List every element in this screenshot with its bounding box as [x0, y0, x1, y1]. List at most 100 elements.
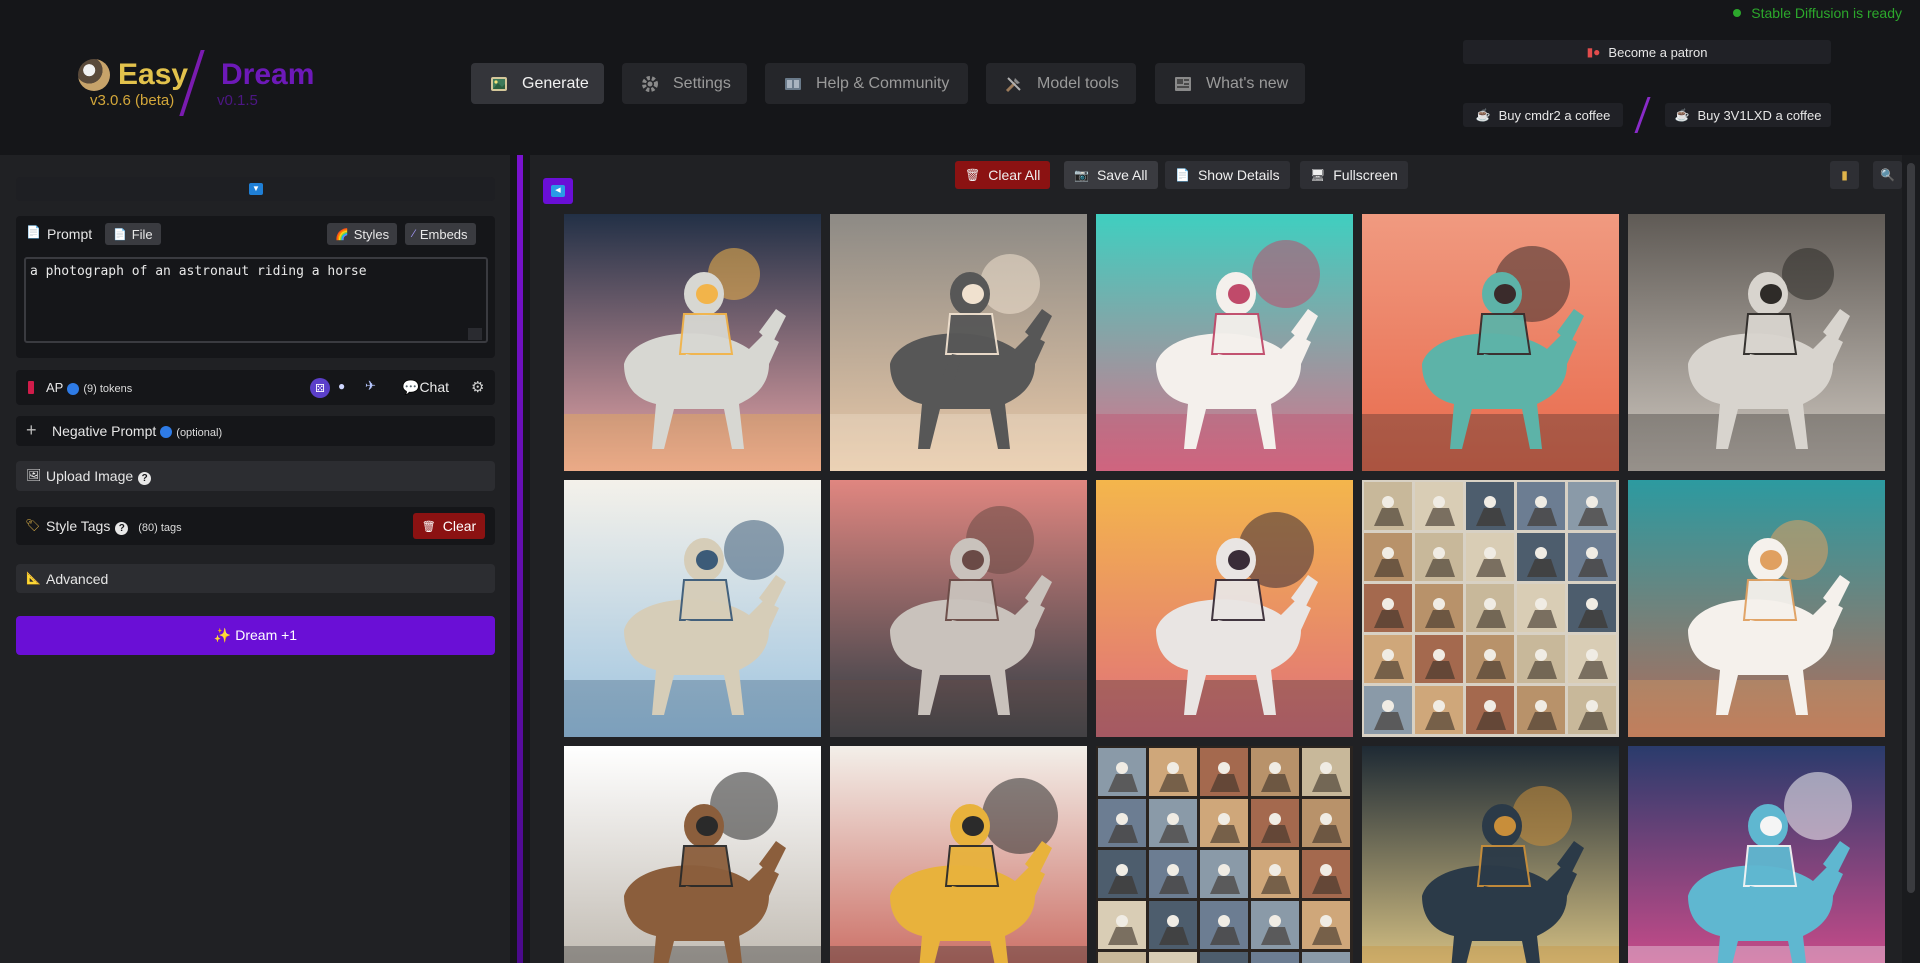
gallery-image-astronaut-horse-1[interactable] [564, 214, 821, 471]
gallery-image-astronaut-horse-6[interactable] [564, 480, 821, 737]
dice-icon[interactable]: ⚄ [310, 378, 330, 398]
optional-label: (optional) [176, 427, 223, 439]
fullscreen-button[interactable]: 🖥 Fullscreen [1300, 161, 1408, 189]
gallery-image-astronaut-horse-5[interactable] [1628, 214, 1885, 471]
prompt-panel: 📄 Prompt 📄 File 🌈 Styles ⁄ Embeds a phot… [16, 216, 495, 358]
camera-icon: 📷 [1074, 168, 1089, 182]
gallery-image-astronaut-horse-14[interactable] [1362, 746, 1619, 963]
embeds-label: Embeds [419, 226, 468, 242]
style-tags-group: Style Tags? (80) tags [46, 518, 182, 535]
panel-splitter[interactable] [510, 155, 530, 963]
buy-cmdr2-coffee-button[interactable]: ☕ Buy cmdr2 a coffee [1463, 103, 1623, 127]
chat-button[interactable]: 💬Chat [402, 379, 449, 396]
become-patron-button[interactable]: ▮● Become a patron [1463, 40, 1831, 64]
speech-bubble-icon: 💬 [402, 379, 420, 395]
negative-prompt-row[interactable]: + Negative Prompt (optional) [16, 416, 495, 446]
tools-icon [1004, 75, 1024, 93]
search-button[interactable]: 🔍 [1873, 161, 1902, 189]
logo-dream: Dream [221, 58, 315, 91]
tab-help-community-label: Help & Community [816, 74, 950, 92]
gallery-image-astronaut-horse-3[interactable] [1096, 214, 1353, 471]
gallery-image-astronaut-horse-11[interactable] [564, 746, 821, 963]
news-icon [1173, 75, 1193, 93]
gallery-image-astronaut-horse-4[interactable] [1362, 214, 1619, 471]
tab-generate[interactable]: Generate [471, 63, 604, 104]
gallery-image-astronaut-horse-7[interactable] [830, 480, 1087, 737]
coffee-cup-icon: ☕ [1475, 108, 1491, 122]
upload-image-row[interactable]: 🖼 Upload Image? [16, 461, 495, 491]
gallery-image-astronaut-horse-10[interactable] [1628, 480, 1885, 737]
clear-all-label: Clear All [988, 167, 1041, 183]
clear-all-button[interactable]: 🗑 Clear All [955, 161, 1051, 189]
ap-label: AP [46, 380, 64, 395]
fullscreen-label: Fullscreen [1333, 167, 1398, 183]
magnifier-icon[interactable]: ● [338, 379, 345, 393]
tab-model-tools-label: Model tools [1037, 74, 1119, 92]
notes-button[interactable]: ▮ [1830, 161, 1859, 189]
expand-panel-button[interactable]: ◀ [543, 178, 573, 204]
advanced-row[interactable]: 📐 Advanced [16, 564, 495, 593]
logo-easy-version: v3.0.6 (beta) [90, 92, 175, 109]
gallery-image-astronaut-horse-8[interactable] [1096, 480, 1353, 737]
upload-image-label: Upload Image [46, 468, 134, 484]
info-dot-icon [67, 382, 80, 395]
chat-label: Chat [419, 379, 450, 395]
save-all-button[interactable]: 📷 Save All [1064, 161, 1158, 189]
ap-marker-icon [28, 381, 34, 394]
collapse-arrow-icon[interactable]: ▼ [249, 183, 263, 195]
embeds-button[interactable]: ⁄ Embeds [405, 223, 476, 245]
tab-model-tools[interactable]: Model tools [986, 63, 1136, 104]
collapse-bar[interactable]: ▼ [16, 177, 495, 201]
ap-label-group: AP (9) tokens [46, 380, 132, 395]
patreon-icon: ▮● [1586, 45, 1601, 59]
search-icon: 🔍 [1880, 168, 1895, 182]
gear-icon [640, 75, 660, 93]
gallery-image-astronaut-horse-12[interactable] [830, 746, 1087, 963]
dream-button[interactable]: ✨ Dream +1 [16, 616, 495, 655]
info-dot-icon [160, 426, 173, 439]
buy-3v1lxd-coffee-label: Buy 3V1LXD a coffee [1697, 107, 1822, 123]
header-bar: Easy v3.0.6 (beta) Dream v0.1.5 Generate… [0, 0, 1920, 155]
gallery-image-astronaut-horse-15[interactable] [1628, 746, 1885, 963]
gallery-image-astronaut-horse-2[interactable] [830, 214, 1087, 471]
document-icon: 📄 [26, 225, 41, 239]
gallery-image-astronaut-horse-grid-9[interactable] [1362, 480, 1619, 737]
tab-settings[interactable]: Settings [622, 63, 747, 104]
tab-help-community[interactable]: Help & Community [765, 63, 968, 104]
negative-label-group: Negative Prompt (optional) [52, 423, 222, 439]
save-all-label: Save All [1096, 167, 1148, 183]
show-details-button[interactable]: 📄 Show Details [1165, 161, 1290, 189]
tags-count: (80) tags [138, 522, 182, 534]
scrollbar[interactable] [1902, 155, 1920, 963]
gallery-image-astronaut-horse-grid-13[interactable] [1096, 746, 1353, 963]
styles-button[interactable]: 🌈 Styles [327, 223, 398, 245]
prompt-textarea[interactable]: a photograph of an astronaut riding a ho… [24, 257, 488, 343]
resize-handle[interactable] [468, 328, 482, 340]
buy-3v1lxd-coffee-button[interactable]: ☕ Buy 3V1LXD a coffee [1665, 103, 1831, 127]
image-icon [489, 75, 509, 93]
status-text: Stable Diffusion is ready [1751, 5, 1902, 21]
scrollbar-thumb[interactable] [1907, 163, 1915, 893]
logo-easy: Easy [118, 58, 189, 91]
logo-dream-version: v0.1.5 [217, 92, 258, 109]
help-icon: ? [115, 522, 129, 535]
logo-ball-icon [78, 59, 110, 91]
gear-icon[interactable]: ⚙ [471, 378, 484, 396]
styles-label: Styles [353, 226, 390, 242]
tab-whats-new[interactable]: What's new [1155, 63, 1305, 104]
become-patron-label: Become a patron [1608, 44, 1708, 60]
show-details-label: Show Details [1197, 167, 1280, 183]
clear-tags-button[interactable]: 🗑 Clear [413, 513, 485, 539]
monitor-icon: 🖥 [1310, 168, 1326, 182]
rocket-icon[interactable]: ✈ [365, 378, 376, 394]
coffee-divider [1634, 97, 1651, 133]
negative-prompt-label: Negative Prompt [52, 423, 157, 439]
document-icon: 📄 [1175, 168, 1190, 182]
wand-icon: ⁄ [413, 228, 415, 240]
upload-image-group: Upload Image? [46, 468, 152, 485]
file-label: File [131, 226, 153, 242]
note-icon: ▮ [1841, 168, 1848, 182]
file-button[interactable]: 📄 File [105, 223, 161, 245]
advanced-label: Advanced [46, 571, 109, 587]
tab-whats-new-label: What's new [1206, 74, 1289, 92]
